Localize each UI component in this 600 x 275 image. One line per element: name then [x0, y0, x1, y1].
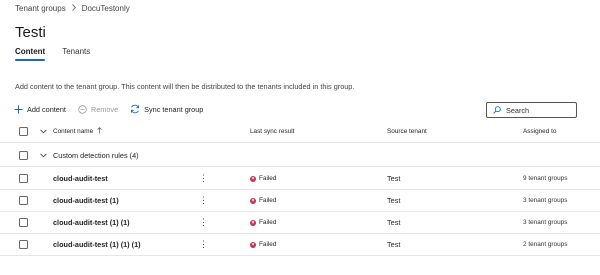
more-options-icon[interactable]: ⋮ — [199, 168, 208, 189]
collapse-all-toggle[interactable] — [40, 121, 47, 142]
breadcrumb-parent-link[interactable]: Tenant groups — [15, 4, 66, 13]
more-options-icon[interactable]: ⋮ — [199, 212, 208, 233]
search-input[interactable] — [506, 105, 576, 115]
chevron-down-icon — [40, 127, 47, 136]
plus-icon — [14, 105, 23, 114]
column-header-last-sync[interactable]: Last sync result — [250, 121, 294, 142]
sync-label: Sync tenant group — [144, 104, 204, 114]
sync-status-text: Failed — [259, 175, 277, 182]
chevron-right-icon — [71, 4, 77, 13]
column-header-source-tenant[interactable]: Source tenant — [387, 121, 427, 142]
sync-tenant-group-button[interactable]: Sync tenant group — [130, 104, 203, 114]
column-header-content-name[interactable]: Content name — [53, 121, 102, 142]
table-row[interactable]: cloud-audit-test (1) (1) (1) ⋮ × Failed … — [0, 234, 600, 256]
sync-status: × Failed — [250, 234, 276, 255]
sync-icon — [130, 104, 140, 114]
content-name[interactable]: cloud-audit-test (1) (1) (1) — [53, 234, 141, 255]
group-label: Custom detection rules (4) — [53, 151, 139, 160]
remove-circle-icon — [78, 104, 87, 114]
remove-label: Remove — [90, 104, 119, 114]
error-icon: × — [250, 175, 256, 182]
source-tenant: Test — [387, 174, 401, 183]
sort-ascending-icon — [97, 127, 102, 136]
sync-status: × Failed — [250, 212, 276, 233]
add-content-button[interactable]: Add content — [14, 105, 66, 114]
search-icon — [493, 101, 501, 119]
row-checkbox[interactable] — [19, 196, 28, 205]
sync-status-text: Failed — [259, 241, 277, 248]
source-tenant: Test — [387, 196, 401, 205]
table-row[interactable]: cloud-audit-test (1) (1) ⋮ × Failed Test… — [0, 212, 600, 234]
content-name[interactable]: cloud-audit-test (1) — [53, 190, 119, 211]
error-icon: × — [250, 219, 256, 226]
column-header-assigned-to[interactable]: Assigned to — [523, 121, 556, 142]
breadcrumb-current: DocuTestonly — [81, 4, 130, 13]
source-tenant: Test — [387, 240, 401, 249]
content-name[interactable]: cloud-audit-test (1) (1) — [53, 212, 130, 233]
chevron-down-icon — [40, 151, 47, 160]
row-checkbox[interactable] — [19, 218, 28, 227]
assigned-to: 3 tenant groups — [523, 197, 568, 204]
assigned-to: 2 tenant groups — [523, 241, 568, 248]
content-name[interactable]: cloud-audit-test — [53, 168, 108, 189]
command-bar: Add content Remove Sync tenant group — [14, 104, 203, 114]
page-description: Add content to the tenant group. This co… — [15, 82, 355, 91]
add-content-label: Add content — [27, 104, 66, 114]
group-checkbox[interactable] — [19, 151, 28, 160]
page-title: Testi — [15, 24, 46, 41]
select-all-checkbox[interactable] — [19, 127, 28, 136]
row-checkbox[interactable] — [19, 174, 28, 183]
sync-status: × Failed — [250, 168, 276, 189]
row-checkbox[interactable] — [19, 240, 28, 249]
error-icon: × — [250, 241, 256, 248]
tab-tenants[interactable]: Tenants — [62, 47, 90, 60]
column-header-label: Content name — [53, 128, 94, 135]
search-box[interactable] — [486, 102, 577, 118]
error-icon: × — [250, 197, 256, 204]
assigned-to: 9 tenant groups — [523, 175, 568, 182]
remove-button[interactable]: Remove — [78, 105, 118, 114]
more-options-icon[interactable]: ⋮ — [199, 190, 208, 211]
sync-status-text: Failed — [259, 219, 277, 226]
sync-status-text: Failed — [259, 197, 277, 204]
sync-status: × Failed — [250, 190, 276, 211]
breadcrumb: Tenant groups DocuTestonly — [15, 4, 130, 13]
tab-bar: Content Tenants — [15, 47, 90, 61]
more-options-icon[interactable]: ⋮ — [199, 234, 208, 255]
source-tenant: Test — [387, 218, 401, 227]
group-collapse-toggle[interactable] — [40, 145, 47, 166]
tab-content[interactable]: Content — [15, 47, 46, 61]
table-header-row: Content name Last sync result Source ten… — [0, 121, 600, 143]
table-row[interactable]: cloud-audit-test (1) ⋮ × Failed Test 3 t… — [0, 190, 600, 212]
group-row: Custom detection rules (4) — [0, 145, 600, 167]
assigned-to: 3 tenant groups — [523, 219, 568, 226]
table-row[interactable]: cloud-audit-test ⋮ × Failed Test 9 tenan… — [0, 168, 600, 190]
